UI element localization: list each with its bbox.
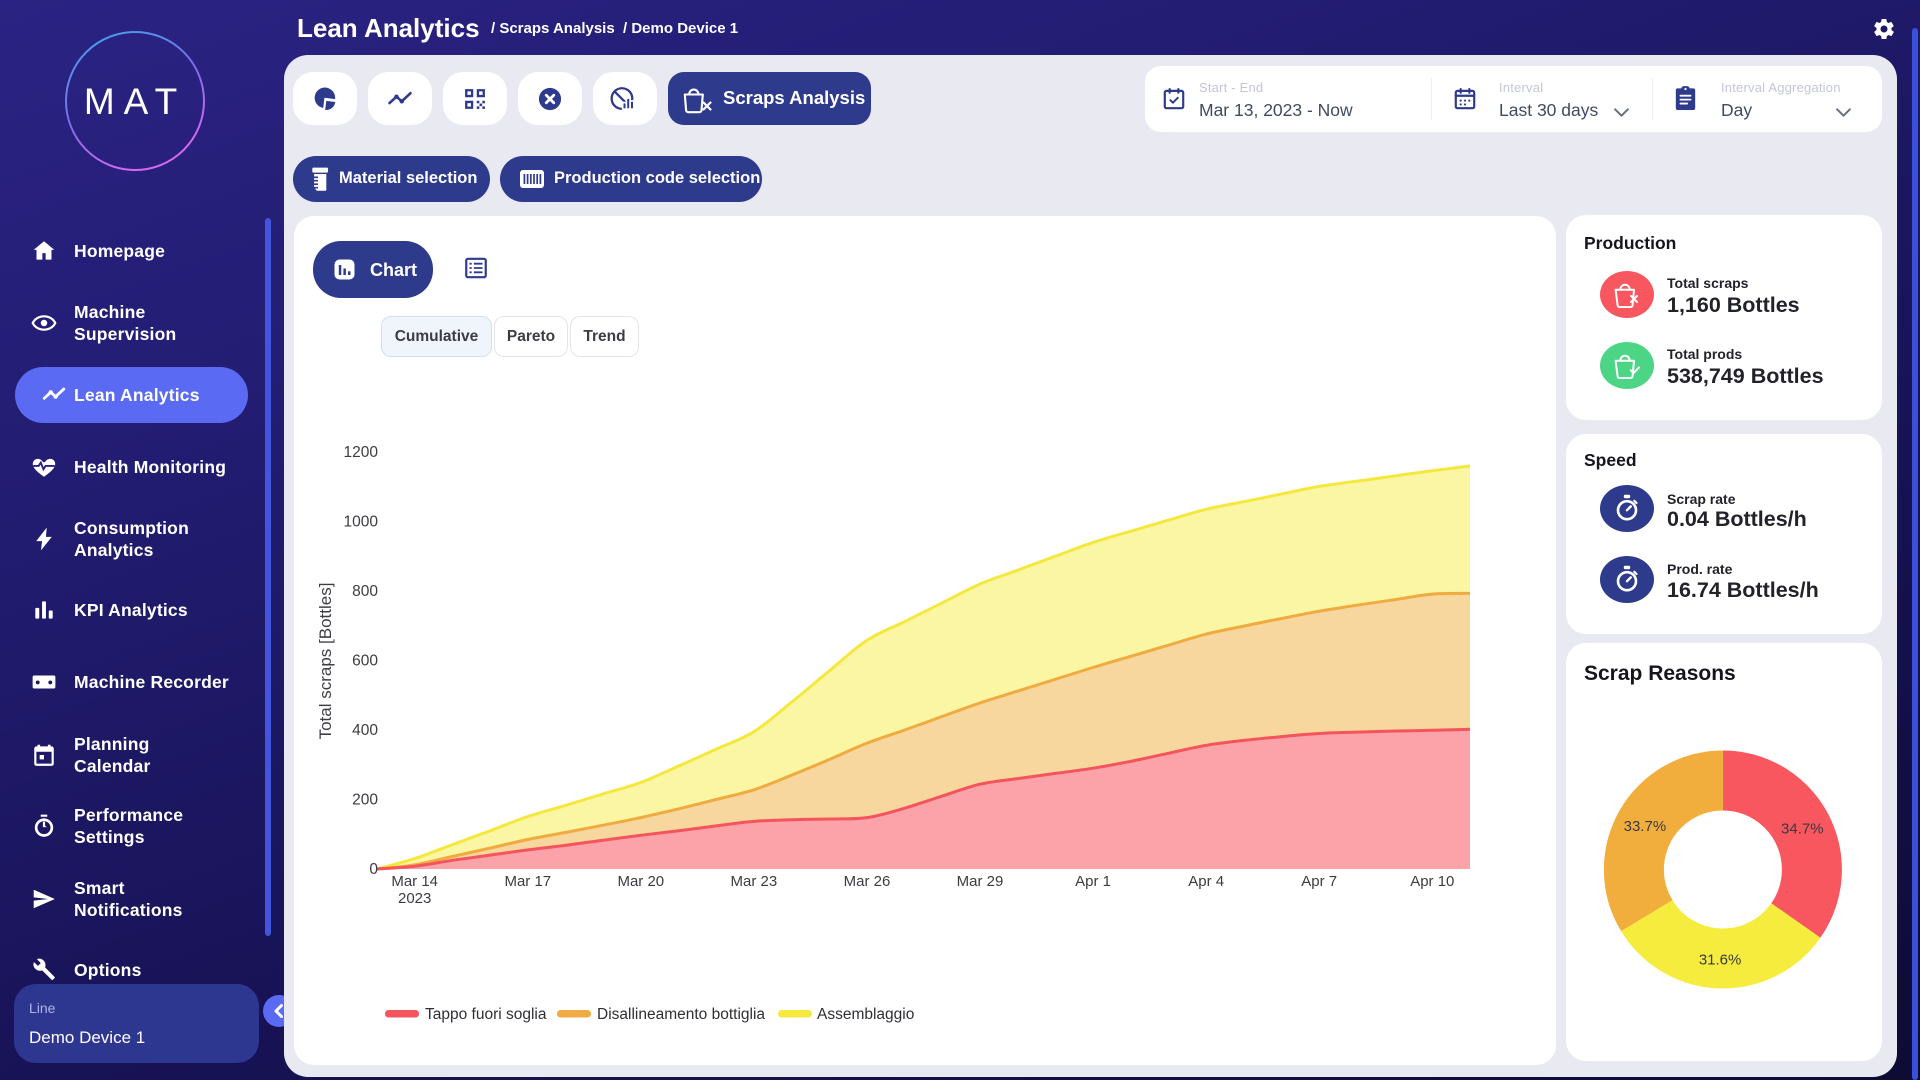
svg-text:Apr 7: Apr 7 [1301,873,1337,890]
svg-text:Apr 10: Apr 10 [1410,873,1454,890]
svg-text:400: 400 [352,722,378,739]
svg-text:600: 600 [352,653,378,670]
svg-text:Tappo fuori soglia: Tappo fuori soglia [425,1006,547,1023]
svg-text:MAT: MAT [84,81,186,122]
svg-text:Apr 4: Apr 4 [1188,873,1224,890]
svg-text:1200: 1200 [344,444,379,461]
svg-text:Apr 1: Apr 1 [1075,873,1111,890]
svg-text:Mar 29: Mar 29 [957,873,1004,890]
svg-text:33.7%: 33.7% [1624,818,1667,835]
svg-text:Mar 20: Mar 20 [617,873,664,890]
svg-text:34.7%: 34.7% [1781,821,1824,838]
svg-text:2023: 2023 [398,890,431,907]
svg-text:0: 0 [369,861,378,878]
svg-text:Mar 14: Mar 14 [391,873,438,890]
svg-text:Mar 17: Mar 17 [504,873,551,890]
svg-text:31.6%: 31.6% [1699,952,1742,969]
svg-text:Assemblaggio: Assemblaggio [817,1006,914,1023]
svg-text:Mar 26: Mar 26 [844,873,891,890]
svg-text:1000: 1000 [344,514,379,531]
svg-text:200: 200 [352,792,378,809]
svg-text:Mar 23: Mar 23 [731,873,778,890]
svg-text:Disallineamento bottiglia: Disallineamento bottiglia [597,1006,765,1023]
svg-text:Total scraps [Bottles]: Total scraps [Bottles] [316,583,335,740]
svg-text:800: 800 [352,583,378,600]
